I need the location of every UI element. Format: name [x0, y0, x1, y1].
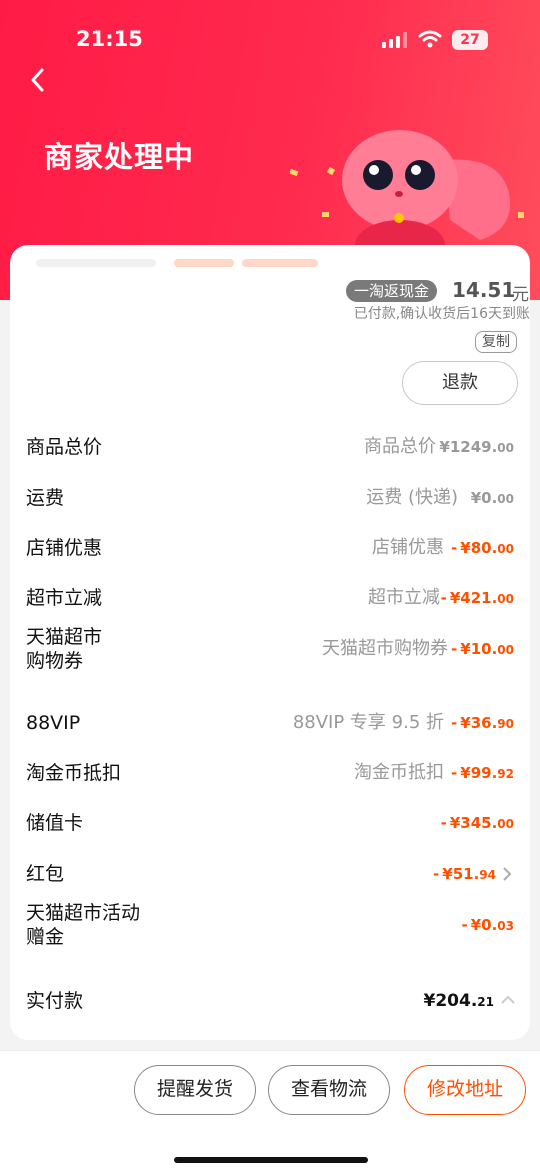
status-bar: 21:15 27 — [0, 0, 540, 80]
amount-integer: ¥36. — [460, 714, 498, 732]
partial-row-placeholder — [242, 259, 318, 267]
amount-decimal: 03 — [497, 919, 514, 933]
price-row-label: 红包 — [26, 863, 65, 885]
amount-integer: ¥0. — [470, 916, 498, 934]
amount-sign: - — [451, 764, 458, 782]
amount-integer: ¥80. — [460, 539, 498, 557]
price-row-label: 88VIP — [26, 712, 81, 734]
modify-address-button[interactable]: 修改地址 — [404, 1065, 526, 1115]
chevron-right-icon[interactable] — [502, 866, 512, 882]
cashback-amount: 14.51 — [452, 278, 516, 302]
amount-sign: - — [461, 916, 468, 934]
amount-sign: - — [440, 589, 447, 607]
price-row-amount: - ¥345.00 — [441, 811, 514, 836]
price-row-description: 运费 (快递) — [366, 487, 458, 508]
partial-row-placeholder — [174, 259, 234, 267]
signal-icon — [382, 32, 407, 48]
wifi-icon — [418, 30, 442, 48]
price-row-label: 储值卡 — [26, 812, 84, 834]
amount-integer: ¥10. — [460, 640, 498, 658]
price-row-description: 超市立减 — [368, 587, 440, 608]
amount-integer: ¥204. — [423, 991, 478, 1011]
price-row-amount: ¥0.00 — [471, 486, 514, 511]
partial-row-placeholder — [36, 259, 156, 267]
price-row-label: 店铺优惠 — [26, 537, 103, 559]
amount-sign: - — [451, 714, 458, 732]
price-row-label: 运费 — [26, 487, 65, 509]
amount-integer: ¥345. — [449, 814, 498, 832]
amount-decimal: 00 — [497, 817, 514, 831]
order-detail-card: 一淘返现金 14.51 元 已付款,确认收货后16天到账 复制 退款 商品总价 商… — [10, 245, 530, 1040]
status-time: 21:15 — [76, 27, 143, 51]
amount-integer: ¥1249. — [439, 438, 498, 456]
remind-shipping-button[interactable]: 提醒发货 — [134, 1065, 256, 1115]
chevron-up-icon[interactable] — [500, 995, 516, 1005]
amount-decimal: 00 — [497, 592, 514, 606]
price-row-label: 天猫超市 购物券 — [26, 626, 103, 672]
bottom-action-bar: 提醒发货 查看物流 修改地址 — [0, 1050, 540, 1173]
price-row-label: 实付款 — [26, 990, 84, 1012]
cashback-badge: 一淘返现金 — [346, 280, 438, 302]
price-row-description: 商品总价 — [364, 436, 436, 457]
price-row-label: 超市立减 — [26, 587, 103, 609]
price-row-description: 88VIP 专享 9.5 折 — [292, 712, 444, 733]
copy-button[interactable]: 复制 — [475, 331, 517, 353]
price-row-label: 淘金币抵扣 — [26, 762, 122, 784]
price-row-amount: ¥1249.00 — [439, 435, 514, 460]
price-row-amount: - ¥36.90 — [451, 711, 514, 736]
amount-integer: ¥99. — [460, 764, 498, 782]
price-row-amount: - ¥80.00 — [451, 536, 514, 561]
view-logistics-button[interactable]: 查看物流 — [268, 1065, 390, 1115]
amount-integer: ¥0. — [470, 489, 498, 507]
price-row-description: 淘金币抵扣 — [354, 762, 444, 783]
price-row-label: 商品总价 — [26, 436, 103, 458]
amount-decimal: 00 — [497, 542, 514, 556]
price-row-description: 店铺优惠 — [372, 537, 444, 558]
page-title: 商家处理中 — [44, 140, 195, 174]
price-row-amount: ¥204.21 — [424, 989, 494, 1014]
price-row-amount: - ¥421.00 — [441, 586, 514, 611]
amount-sign: - — [451, 640, 458, 658]
amount-decimal: 00 — [497, 492, 514, 506]
amount-integer: ¥421. — [449, 589, 498, 607]
cashback-unit: 元 — [512, 285, 529, 305]
amount-decimal: 00 — [497, 441, 514, 455]
amount-sign: - — [440, 814, 447, 832]
price-row-amount: - ¥99.92 — [451, 761, 514, 786]
cashback-note: 已付款,确认收货后16天到账 — [353, 306, 530, 322]
amount-sign: - — [433, 865, 440, 883]
amount-decimal: 92 — [497, 767, 514, 781]
amount-decimal: 94 — [479, 868, 496, 882]
home-indicator — [174, 1157, 368, 1163]
price-row-amount: - ¥0.03 — [461, 913, 514, 938]
back-arrow-icon[interactable] — [26, 66, 50, 94]
mascot-illustration — [290, 130, 524, 260]
price-row-label: 天猫超市活动 赠金 — [26, 902, 141, 948]
amount-sign: - — [451, 539, 458, 557]
price-row-description: 天猫超市购物券 — [322, 638, 448, 659]
battery-icon: 27 — [452, 30, 488, 50]
amount-decimal: 90 — [497, 717, 514, 731]
price-row-amount: - ¥51.94 — [433, 862, 496, 887]
refund-button[interactable]: 退款 — [402, 361, 518, 405]
price-row-amount: - ¥10.00 — [451, 637, 514, 662]
amount-integer: ¥51. — [442, 865, 480, 883]
amount-decimal: 00 — [497, 643, 514, 657]
amount-decimal: 21 — [477, 995, 494, 1009]
